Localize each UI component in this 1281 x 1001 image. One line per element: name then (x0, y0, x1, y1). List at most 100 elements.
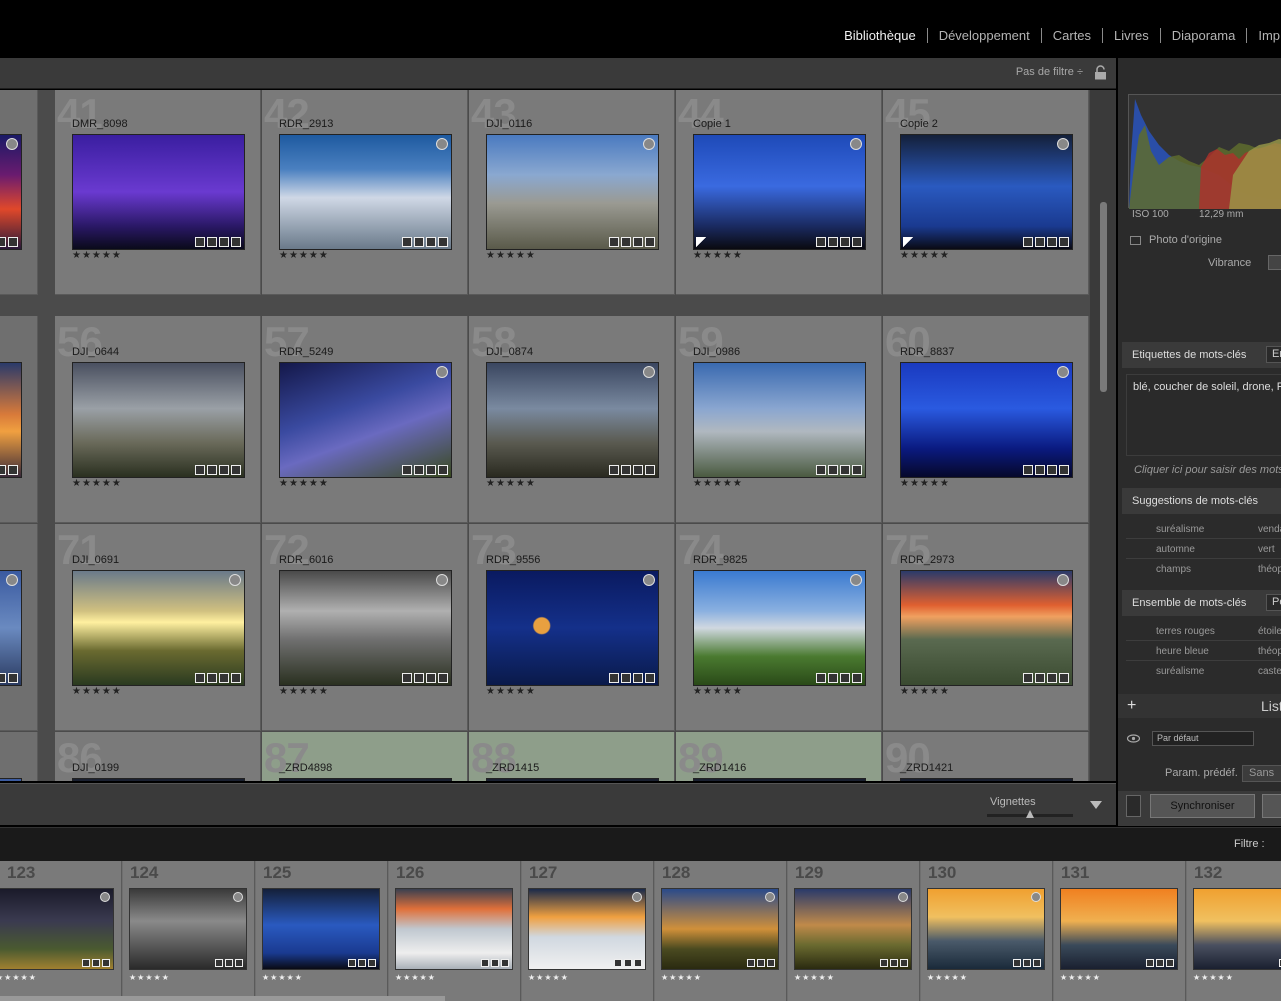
photo-thumbnail[interactable] (693, 362, 866, 478)
collection-badge-icon[interactable] (1035, 465, 1045, 475)
collection-badge-icon[interactable] (1156, 959, 1164, 967)
develop-badge-icon[interactable] (231, 465, 241, 475)
star-rating[interactable]: ★★★★★ (693, 686, 743, 697)
photo-thumbnail[interactable] (900, 362, 1073, 478)
preset-dropdown[interactable]: Sans (1242, 765, 1281, 782)
develop-badge-icon[interactable] (8, 237, 18, 247)
collection-badge-icon[interactable] (828, 673, 838, 683)
grid-cell[interactable]: 41 DMR_8098 ★★★★★ (55, 90, 261, 295)
grid-cell[interactable]: 86 DJI_0199 (55, 732, 261, 781)
quick-collection-dot-icon[interactable] (643, 366, 655, 378)
develop-badge-icon[interactable] (8, 465, 18, 475)
keyword-badge-icon[interactable] (481, 959, 489, 967)
filmstrip-thumbnail[interactable] (129, 888, 247, 970)
star-rating[interactable]: ★★★★★ (279, 686, 329, 697)
grid-scrollbar[interactable] (1090, 90, 1116, 781)
grid-cell[interactable]: 75 RDR_2973 ★★★★★ (883, 524, 1089, 731)
quick-collection-dot-icon[interactable] (1057, 138, 1069, 150)
vibrance-stepper[interactable] (1268, 255, 1281, 270)
filmstrip-scrollbar[interactable] (0, 996, 445, 1001)
toolbar-options-chevron-icon[interactable] (1090, 801, 1102, 809)
star-rating[interactable]: ★★★★★ (0, 973, 37, 982)
develop-badge-icon[interactable] (438, 237, 448, 247)
keyword-tags-mode-dropdown[interactable]: En (1266, 346, 1281, 363)
photo-thumbnail[interactable] (279, 362, 452, 478)
crop-badge-icon[interactable] (426, 237, 436, 247)
quick-collection-dot-icon[interactable] (100, 892, 110, 902)
keyword-badge-icon[interactable] (215, 959, 223, 967)
keyword-badge-icon[interactable] (195, 673, 205, 683)
keyword-badge-icon[interactable] (747, 959, 755, 967)
collection-badge-icon[interactable] (828, 465, 838, 475)
sync-button[interactable]: Synchroniser (1150, 794, 1255, 818)
crop-badge-icon[interactable] (840, 465, 850, 475)
collection-badge-icon[interactable] (890, 959, 898, 967)
develop-badge-icon[interactable] (767, 959, 775, 967)
lock-icon[interactable] (1094, 65, 1107, 80)
keyword-chip[interactable]: castelnau le (1258, 666, 1281, 677)
keyword-badge-icon[interactable] (402, 673, 412, 683)
photo-thumbnail[interactable] (279, 778, 452, 781)
photo-thumbnail[interactable] (900, 778, 1073, 781)
filmstrip-thumbnail[interactable] (661, 888, 779, 970)
grid-cell[interactable] (0, 524, 38, 731)
crop-badge-icon[interactable] (1047, 465, 1057, 475)
keyword-chip[interactable]: étoiles (1258, 626, 1281, 637)
star-rating[interactable]: ★★★★★ (395, 973, 436, 982)
collection-badge-icon[interactable] (624, 959, 632, 967)
filmstrip-cell[interactable]: 131 ★★★★★ (1054, 861, 1186, 1001)
keyword-chip[interactable]: théophile qui (1258, 564, 1281, 575)
keyword-badge-icon[interactable] (402, 465, 412, 475)
keyword-input[interactable]: Cliquer ici pour saisir des mots- (1134, 464, 1281, 476)
photo-thumbnail[interactable] (0, 362, 22, 478)
crop-badge-icon[interactable] (219, 465, 229, 475)
crop-badge-icon[interactable] (426, 465, 436, 475)
develop-badge-icon[interactable] (235, 959, 243, 967)
filmstrip-thumbnail[interactable] (794, 888, 912, 970)
quick-collection-dot-icon[interactable] (643, 574, 655, 586)
develop-badge-icon[interactable] (645, 673, 655, 683)
star-rating[interactable]: ★★★★★ (661, 973, 702, 982)
star-rating[interactable]: ★★★★★ (279, 478, 329, 489)
star-rating[interactable]: ★★★★★ (279, 250, 329, 261)
develop-badge-icon[interactable] (1166, 959, 1174, 967)
keyword-chip[interactable]: terres rouges (1156, 626, 1215, 637)
develop-badge-icon[interactable] (852, 465, 862, 475)
keyword-badge-icon[interactable] (1023, 673, 1033, 683)
photo-thumbnail[interactable] (486, 134, 659, 250)
photo-thumbnail[interactable] (0, 134, 22, 250)
auto-sync-toggle[interactable] (1126, 795, 1141, 817)
grid-cell[interactable]: 44 Copie 1 ★★★★★ (676, 90, 882, 295)
develop-badge-icon[interactable] (231, 237, 241, 247)
collection-badge-icon[interactable] (1035, 237, 1045, 247)
photo-thumbnail[interactable] (72, 362, 245, 478)
star-rating[interactable]: ★★★★★ (1060, 973, 1101, 982)
grid-cell[interactable] (0, 90, 38, 295)
crop-badge-icon[interactable] (426, 673, 436, 683)
collection-badge-icon[interactable] (414, 237, 424, 247)
quick-collection-dot-icon[interactable] (1057, 366, 1069, 378)
grid-cell[interactable]: 43 DJI_0116 ★★★★★ (469, 90, 675, 295)
quick-collection-dot-icon[interactable] (436, 574, 448, 586)
default-view-dropdown[interactable]: Par défaut (1152, 731, 1254, 746)
crop-badge-icon[interactable] (1047, 237, 1057, 247)
quick-collection-dot-icon[interactable] (850, 138, 862, 150)
collection-badge-icon[interactable] (1023, 959, 1031, 967)
collection-badge-icon[interactable] (621, 465, 631, 475)
star-rating[interactable]: ★★★★★ (72, 686, 122, 697)
keyword-list-header[interactable]: + List (1118, 694, 1281, 718)
keyword-badge-icon[interactable] (1013, 959, 1021, 967)
develop-badge-icon[interactable] (438, 673, 448, 683)
filmstrip-thumbnail[interactable] (0, 888, 114, 970)
keyword-badge-icon[interactable] (1023, 465, 1033, 475)
star-rating[interactable]: ★★★★★ (528, 973, 569, 982)
keyword-badge-icon[interactable] (609, 673, 619, 683)
grid-cell[interactable]: 42 RDR_2913 ★★★★★ (262, 90, 468, 295)
keyword-badge-icon[interactable] (816, 465, 826, 475)
keyword-badge-icon[interactable] (609, 465, 619, 475)
quick-collection-dot-icon[interactable] (6, 138, 18, 150)
photo-thumbnail[interactable] (693, 134, 866, 250)
filmstrip-cell[interactable]: 129 ★★★★★ (788, 861, 920, 1001)
quick-collection-dot-icon[interactable] (850, 574, 862, 586)
keyword-badge-icon[interactable] (1146, 959, 1154, 967)
